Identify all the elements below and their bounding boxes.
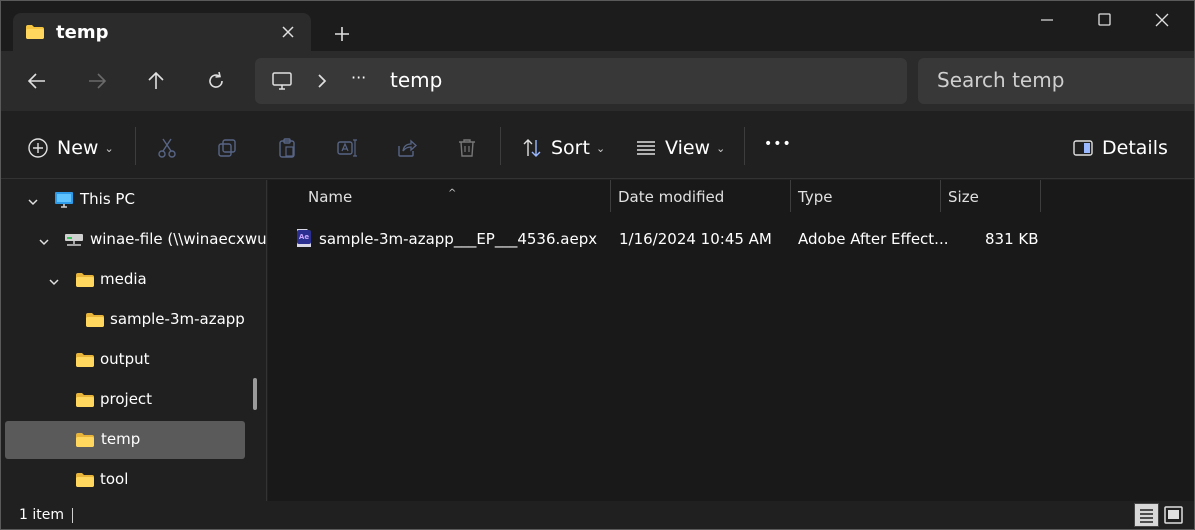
- chevron-right-icon[interactable]: [315, 72, 329, 94]
- new-tab-icon[interactable]: [331, 23, 353, 45]
- chevron-down-icon[interactable]: [38, 234, 50, 252]
- svg-text:Ae: Ae: [299, 233, 309, 241]
- details-view-icon[interactable]: [1134, 503, 1159, 527]
- share-icon[interactable]: [396, 135, 418, 161]
- sidebar-item-temp[interactable]: temp: [5, 421, 245, 459]
- sidebar-item-this-pc[interactable]: This PC: [5, 181, 245, 219]
- status-bar: 1 item: [1, 501, 1194, 529]
- paste-icon[interactable]: [276, 135, 298, 161]
- breadcrumb-temp[interactable]: temp: [390, 68, 442, 92]
- sidebar-scrollbar[interactable]: [253, 378, 257, 410]
- search-input[interactable]: Search temp: [937, 68, 1064, 92]
- file-size: 831 KB: [985, 230, 1039, 248]
- large-icons-view-icon[interactable]: [1161, 503, 1186, 527]
- breadcrumb-overflow[interactable]: ···: [351, 68, 366, 87]
- column-header-size[interactable]: Size: [941, 180, 1040, 212]
- navigation-bar: ··· temp Search temp: [1, 51, 1194, 111]
- file-name: sample-3m-azapp___EP___4536.aepx: [319, 230, 598, 248]
- column-header-type[interactable]: Type: [791, 180, 940, 212]
- item-count: 1 item: [19, 507, 64, 523]
- sidebar-item-label: media: [100, 270, 147, 288]
- file-date: 1/16/2024 10:45 AM: [619, 230, 772, 248]
- sidebar-item-network-drive[interactable]: winae-file (\\winaecxwu: [5, 221, 266, 259]
- divider: [135, 127, 136, 165]
- chevron-down-icon: ⌄: [595, 141, 606, 155]
- maximize-icon[interactable]: [1084, 9, 1124, 31]
- monitor-icon: [54, 191, 74, 213]
- status-divider: [72, 508, 73, 523]
- folder-icon: [85, 312, 105, 332]
- file-row[interactable]: Ae sample-3m-azapp___EP___4536.aepx 1/16…: [268, 222, 1194, 256]
- minimize-icon[interactable]: [1027, 9, 1067, 31]
- cut-icon[interactable]: [156, 135, 178, 161]
- file-list: ^ Name Date modified Type Size Ae sample…: [268, 180, 1194, 501]
- navigation-pane: This PC winae-file (\\winaecxwu media sa…: [1, 180, 267, 501]
- sidebar-item-label: winae-file (\\winaecxwu: [90, 230, 267, 248]
- more-label: •••: [764, 136, 792, 152]
- chevron-down-icon: ⌄: [716, 141, 726, 155]
- chevron-down-icon: ⌄: [104, 141, 114, 155]
- sidebar-item-output[interactable]: output: [5, 341, 245, 379]
- column-header-date-modified[interactable]: Date modified: [611, 180, 790, 212]
- close-tab-icon[interactable]: [278, 22, 298, 42]
- file-explorer-window: temp ··· temp Search temp New ⌄ Sort ⌄ V…: [0, 0, 1195, 530]
- sort-button[interactable]: Sort ⌄: [521, 135, 605, 161]
- sidebar-item-sample-3m-azapp[interactable]: sample-3m-azapp: [5, 301, 245, 339]
- chevron-down-icon[interactable]: [27, 194, 39, 212]
- list-view-icon: [637, 141, 655, 155]
- copy-icon[interactable]: [216, 135, 238, 161]
- rename-icon[interactable]: [336, 135, 358, 161]
- forward-arrow-icon[interactable]: [85, 69, 109, 93]
- tab-title: temp: [56, 22, 109, 43]
- sort-arrows-icon: [523, 139, 541, 157]
- folder-icon: [75, 272, 95, 292]
- sort-up-icon: ^: [448, 188, 457, 199]
- divider: [500, 127, 501, 165]
- folder-icon: [75, 432, 95, 452]
- new-button[interactable]: New ⌄: [27, 135, 114, 161]
- divider: [744, 127, 745, 165]
- sidebar-item-project[interactable]: project: [5, 381, 245, 419]
- sort-label: Sort: [551, 137, 590, 159]
- sidebar-item-media[interactable]: media: [5, 261, 245, 299]
- column-divider[interactable]: [1040, 180, 1041, 212]
- network-drive-icon: [64, 233, 84, 251]
- tab-temp[interactable]: temp: [13, 13, 311, 51]
- sidebar-item-label: sample-3m-azapp: [110, 310, 245, 328]
- chevron-down-icon[interactable]: [48, 274, 60, 292]
- sidebar-item-tool[interactable]: tool: [5, 461, 245, 499]
- sidebar-item-label: project: [100, 390, 153, 408]
- search-box[interactable]: Search temp: [918, 58, 1194, 104]
- sidebar-item-label: output: [100, 350, 150, 368]
- details-pane-button[interactable]: Details: [1072, 135, 1168, 161]
- folder-icon: [25, 24, 45, 44]
- view-label: View: [665, 137, 711, 159]
- close-window-icon[interactable]: [1142, 9, 1182, 31]
- after-effects-file-icon: Ae: [296, 228, 312, 252]
- details-pane-icon: [1073, 140, 1093, 156]
- sidebar-item-label: This PC: [80, 190, 135, 208]
- delete-icon[interactable]: [456, 135, 478, 161]
- refresh-icon[interactable]: [204, 69, 228, 93]
- address-bar[interactable]: ··· temp: [255, 58, 907, 104]
- folder-icon: [75, 472, 95, 492]
- more-options-button[interactable]: •••: [764, 131, 792, 157]
- file-type: Adobe After Effect...: [798, 230, 949, 248]
- command-bar: New ⌄ Sort ⌄ View ⌄ ••• Details: [1, 111, 1194, 179]
- sidebar-item-label: tool: [100, 470, 129, 488]
- folder-icon: [75, 392, 95, 412]
- up-arrow-icon[interactable]: [144, 69, 168, 93]
- folder-icon: [75, 352, 95, 372]
- new-label: New: [57, 137, 99, 159]
- monitor-icon[interactable]: [271, 70, 293, 96]
- plus-circle-icon: [28, 138, 48, 158]
- details-label: Details: [1102, 137, 1168, 159]
- column-header-name[interactable]: ^ Name: [268, 180, 610, 212]
- back-arrow-icon[interactable]: [25, 69, 49, 93]
- sidebar-item-label: temp: [101, 430, 141, 448]
- title-bar: temp: [1, 1, 1194, 51]
- view-button[interactable]: View ⌄: [635, 135, 725, 161]
